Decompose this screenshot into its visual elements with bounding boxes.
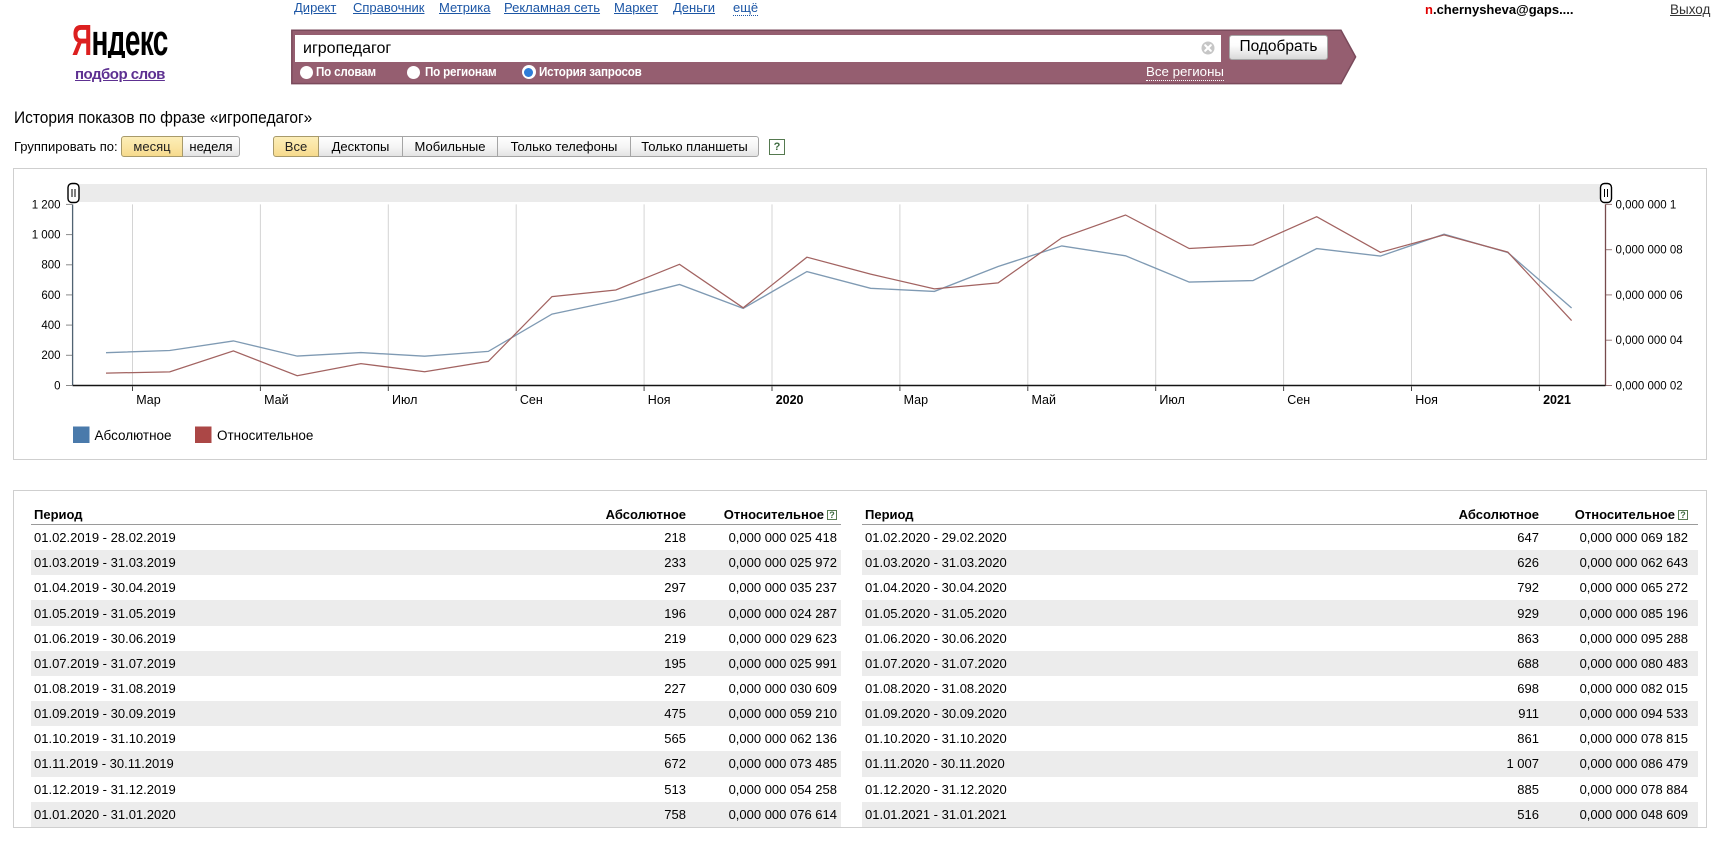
svg-text:Июл: Июл — [1159, 393, 1184, 407]
svg-text:800: 800 — [41, 260, 60, 272]
svg-text:Сен: Сен — [520, 393, 543, 407]
svg-text:1 000: 1 000 — [32, 230, 61, 242]
svg-text:Май: Май — [264, 393, 289, 407]
svg-text:0: 0 — [54, 380, 60, 392]
svg-text:0,000 000 02: 0,000 000 02 — [1616, 380, 1683, 392]
svg-text:1 200: 1 200 — [32, 199, 61, 211]
svg-text:Мар: Мар — [136, 393, 161, 407]
svg-text:0,000 000 08: 0,000 000 08 — [1616, 245, 1683, 257]
svg-text:Ноя: Ноя — [1415, 393, 1438, 407]
svg-text:0,000 000 04: 0,000 000 04 — [1616, 335, 1684, 347]
svg-text:Июл: Июл — [392, 393, 417, 407]
svg-text:0,000 000 06: 0,000 000 06 — [1616, 290, 1683, 302]
svg-text:400: 400 — [41, 320, 60, 332]
svg-text:Мар: Мар — [904, 393, 929, 407]
svg-text:2020: 2020 — [776, 393, 804, 407]
svg-text:Относительное: Относительное — [217, 428, 313, 443]
svg-text:Ноя: Ноя — [648, 393, 671, 407]
svg-text:200: 200 — [41, 350, 60, 362]
svg-text:Сен: Сен — [1287, 393, 1310, 407]
svg-text:2021: 2021 — [1543, 393, 1571, 407]
svg-text:600: 600 — [41, 290, 60, 302]
svg-text:Май: Май — [1032, 393, 1057, 407]
svg-text:Абсолютное: Абсолютное — [95, 428, 172, 443]
svg-text:0,000 000 1: 0,000 000 1 — [1616, 199, 1677, 211]
